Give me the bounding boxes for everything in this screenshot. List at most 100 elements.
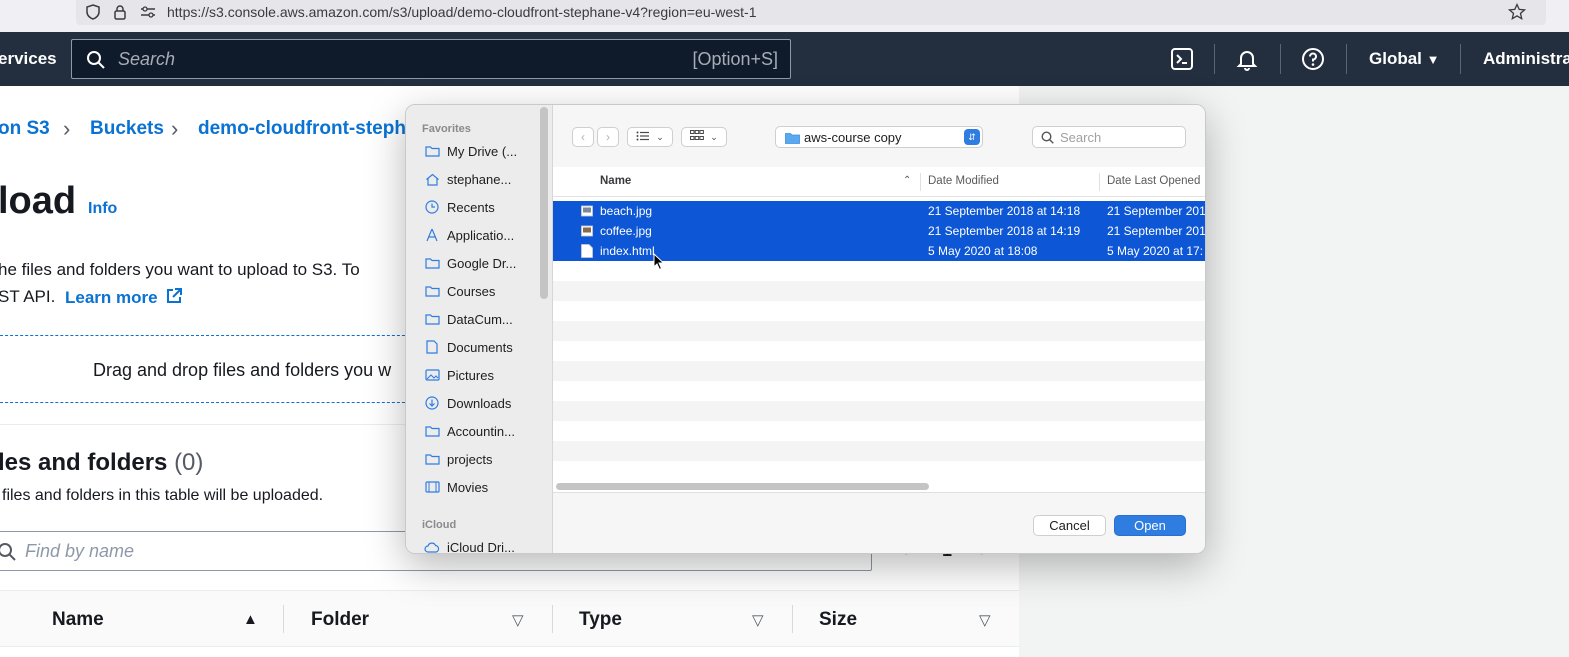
folder-icon: [424, 256, 440, 270]
breadcrumb-s3[interactable]: on S3: [0, 118, 50, 140]
clock-icon: [424, 200, 440, 214]
sidebar-item-home[interactable]: stephane...: [424, 170, 511, 188]
cloud-icon: [424, 540, 440, 553]
help-icon[interactable]: [1300, 46, 1326, 72]
sidebar-item-icloud-drive[interactable]: iCloud Dri...: [424, 538, 515, 553]
movies-icon: [424, 480, 440, 494]
group-view-button[interactable]: ⌄: [681, 127, 727, 147]
folder-icon: [424, 312, 440, 326]
learn-more-link[interactable]: Learn more: [65, 287, 183, 310]
page-settings-icon[interactable]: [139, 3, 157, 21]
breadcrumb-buckets[interactable]: Buckets: [90, 118, 164, 140]
file-list: beach.jpg 21 September 2018 at 14:18 21 …: [553, 201, 1205, 479]
cancel-button[interactable]: Cancel: [1033, 515, 1106, 536]
breadcrumb-bucket[interactable]: demo-cloudfront-stepha: [198, 118, 417, 140]
sidebar-item-label: Google Dr...: [447, 255, 517, 271]
sidebar-item-accounting[interactable]: Accountin...: [424, 422, 515, 440]
horizontal-scrollbar[interactable]: [556, 483, 929, 490]
file-row-coffee[interactable]: coffee.jpg 21 September 2018 at 14:19 21…: [553, 221, 1205, 241]
folder-location-popup[interactable]: aws-course copy ⇵: [775, 126, 983, 148]
column-divider: [1099, 173, 1100, 191]
sidebar-item-google-drive[interactable]: Google Dr...: [424, 254, 516, 272]
drop-zone-text: Drag and drop files and folders you w: [93, 360, 392, 380]
section-subtitle: files and folders in this table will be …: [2, 487, 324, 504]
column-size[interactable]: Size: [819, 609, 857, 631]
sidebar-item-label: My Drive (...: [447, 143, 518, 159]
lock-icon[interactable]: [111, 3, 129, 21]
search-shortcut: [Option+S]: [692, 49, 778, 69]
shield-icon[interactable]: [84, 3, 102, 21]
file-row-index[interactable]: index.html 5 May 2020 at 18:08 5 May 202…: [553, 241, 1205, 261]
cloudshell-icon[interactable]: [1169, 46, 1195, 72]
url-text[interactable]: https://s3.console.aws.amazon.com/s3/upl…: [167, 4, 757, 20]
nav-divider: [1346, 44, 1347, 74]
sidebar-item-downloads[interactable]: Downloads: [424, 394, 511, 412]
file-name: index.html: [600, 244, 655, 258]
search-icon: [1041, 131, 1054, 144]
dialog-search-placeholder: Search: [1060, 130, 1102, 145]
column-type[interactable]: Type: [579, 609, 622, 631]
sidebar-item-pictures[interactable]: Pictures: [424, 366, 494, 384]
sidebar-item-datacum[interactable]: DataCum...: [424, 310, 513, 328]
aws-top-nav: ervices Search [Option+S] Global ▼ Admin…: [0, 32, 1569, 86]
sidebar-scrollbar[interactable]: [540, 107, 548, 299]
drop-zone[interactable]: Drag and drop files and folders you w: [0, 335, 420, 403]
sidebar-item-my-drive[interactable]: My Drive (...: [424, 142, 517, 160]
sort-chevron-up-icon[interactable]: ⌃: [903, 175, 911, 186]
sidebar-item-label: Movies: [447, 479, 489, 495]
sort-icon[interactable]: ▽: [512, 611, 524, 629]
page-title: load: [0, 180, 77, 222]
column-name-header[interactable]: Name: [600, 175, 631, 187]
chevron-right-icon: ›: [606, 130, 610, 144]
info-link[interactable]: Info: [88, 200, 117, 218]
file-open-dialog: Favorites My Drive (... stephane... Rece…: [405, 104, 1206, 554]
sidebar-item-movies[interactable]: Movies: [424, 478, 488, 496]
search-icon: [86, 50, 106, 70]
chevron-left-icon: ‹: [581, 130, 585, 144]
sidebar-item-label: projects: [447, 451, 493, 467]
sort-icon[interactable]: ▽: [979, 611, 991, 629]
sidebar-item-recents[interactable]: Recents: [424, 198, 495, 216]
sort-ascending-icon[interactable]: ▲: [243, 611, 258, 628]
find-placeholder: Find by name: [25, 541, 135, 561]
forward-button[interactable]: ›: [597, 127, 619, 147]
sidebar-item-label: Recents: [447, 199, 495, 215]
list-view-button[interactable]: ⌄: [627, 127, 673, 147]
column-divider: [920, 173, 921, 191]
column-date-opened-header[interactable]: Date Last Opened: [1107, 175, 1200, 187]
file-name: coffee.jpg: [600, 224, 652, 238]
region-selector[interactable]: Global ▼: [1369, 49, 1440, 69]
column-name[interactable]: Name: [52, 609, 104, 631]
sidebar-item-courses[interactable]: Courses: [424, 282, 495, 300]
column-divider: [552, 605, 553, 633]
file-row-beach[interactable]: beach.jpg 21 September 2018 at 14:18 21 …: [553, 201, 1205, 221]
sidebar-item-applications[interactable]: Applicatio...: [424, 226, 514, 244]
nav-divider: [1280, 44, 1281, 74]
bookmark-star-icon[interactable]: [1508, 3, 1526, 21]
account-menu[interactable]: Administrat: [1483, 49, 1569, 69]
dialog-search-input[interactable]: Search: [1032, 126, 1186, 148]
empty-row: [553, 281, 1205, 301]
sidebar-item-documents[interactable]: Documents: [424, 338, 513, 356]
column-divider: [792, 605, 793, 633]
console-search[interactable]: Search [Option+S]: [71, 39, 791, 79]
folder-icon: [424, 452, 440, 466]
sidebar-item-label: DataCum...: [447, 311, 513, 327]
column-folder[interactable]: Folder: [311, 609, 369, 631]
sidebar-item-label: Downloads: [447, 395, 512, 411]
open-button[interactable]: Open: [1114, 515, 1186, 536]
services-menu[interactable]: ervices: [0, 49, 57, 69]
sort-icon[interactable]: ▽: [752, 611, 764, 629]
notifications-bell-icon[interactable]: [1234, 46, 1260, 72]
column-divider: [283, 605, 284, 633]
sidebar-item-projects[interactable]: projects: [424, 450, 493, 468]
sidebar-item-label: stephane...: [447, 171, 512, 187]
pictures-icon: [424, 368, 440, 382]
chevron-down-icon: ⌄: [710, 131, 718, 142]
nav-divider: [1214, 44, 1215, 74]
grid-icon: [690, 130, 705, 144]
back-button[interactable]: ‹: [572, 127, 594, 147]
column-date-modified-header[interactable]: Date Modified: [928, 175, 999, 187]
file-date-modified: 21 September 2018 at 14:18: [928, 204, 1081, 218]
folder-name: aws-course copy: [804, 130, 902, 145]
